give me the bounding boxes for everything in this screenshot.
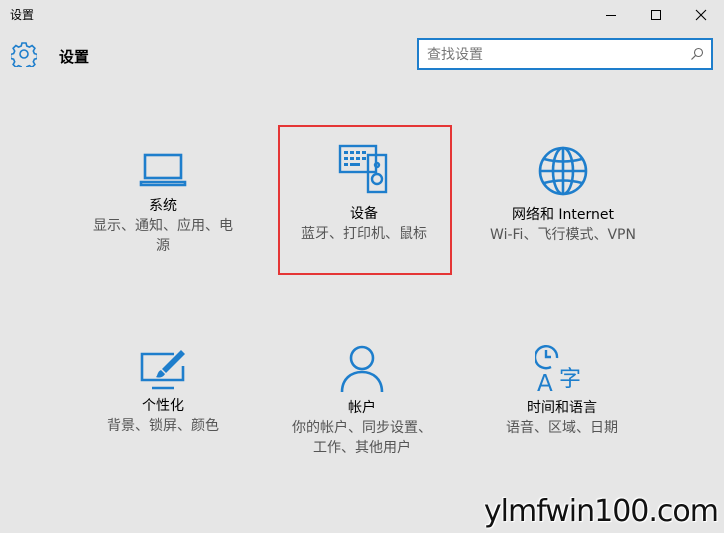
watermark: ylmfwin100.com <box>483 494 719 529</box>
page-title: 设置 <box>59 48 90 66</box>
tile-personalization-label: 个性化 <box>142 398 184 414</box>
personalization-icon <box>140 350 185 390</box>
tile-accounts-desc: 你的帐户、同步设置、工作、其他用户 <box>292 420 432 456</box>
highlight-box <box>278 125 452 275</box>
gear-icon <box>11 42 37 67</box>
tile-accounts[interactable]: 帐户 你的帐户、同步设置、工作、其他用户 <box>272 344 452 458</box>
maximize-icon <box>651 10 661 20</box>
tile-personalization-desc: 背景、锁屏、颜色 <box>107 418 219 434</box>
svg-text:字: 字 <box>559 367 581 392</box>
tile-system[interactable]: 系统 显示、通知、应用、电源 <box>73 150 253 256</box>
tile-network-label: 网络和 Internet <box>511 207 615 223</box>
search-input[interactable] <box>427 45 677 65</box>
tile-personalization[interactable]: 个性化 背景、锁屏、颜色 <box>73 348 253 436</box>
search-box[interactable] <box>417 38 713 70</box>
header: 设置 <box>0 36 724 76</box>
close-icon <box>695 9 707 21</box>
tile-network-desc: Wi-Fi、飞行模式、VPN <box>490 227 636 243</box>
svg-text:A: A <box>537 371 553 394</box>
maximize-button[interactable] <box>633 0 679 30</box>
search-icon[interactable] <box>690 47 704 61</box>
tile-system-label: 系统 <box>149 198 177 214</box>
close-button[interactable] <box>678 0 724 30</box>
person-icon <box>340 345 384 393</box>
tile-accounts-label: 帐户 <box>348 400 376 416</box>
tile-time-language-desc: 语音、区域、日期 <box>506 420 618 436</box>
globe-icon <box>538 146 588 196</box>
tile-time-language[interactable]: A 字 时间和语言 语音、区域、日期 <box>472 344 652 438</box>
title-bar: 设置 <box>0 0 724 30</box>
time-language-icon: A 字 <box>535 345 581 394</box>
minimize-button[interactable] <box>588 0 634 30</box>
minimize-icon <box>606 15 616 16</box>
tile-network[interactable]: 网络和 Internet Wi-Fi、飞行模式、VPN <box>473 145 653 245</box>
window-title: 设置 <box>10 8 35 22</box>
laptop-icon <box>139 153 187 187</box>
tile-system-desc: 显示、通知、应用、电源 <box>93 218 233 254</box>
tile-time-language-label: 时间和语言 <box>527 400 597 416</box>
